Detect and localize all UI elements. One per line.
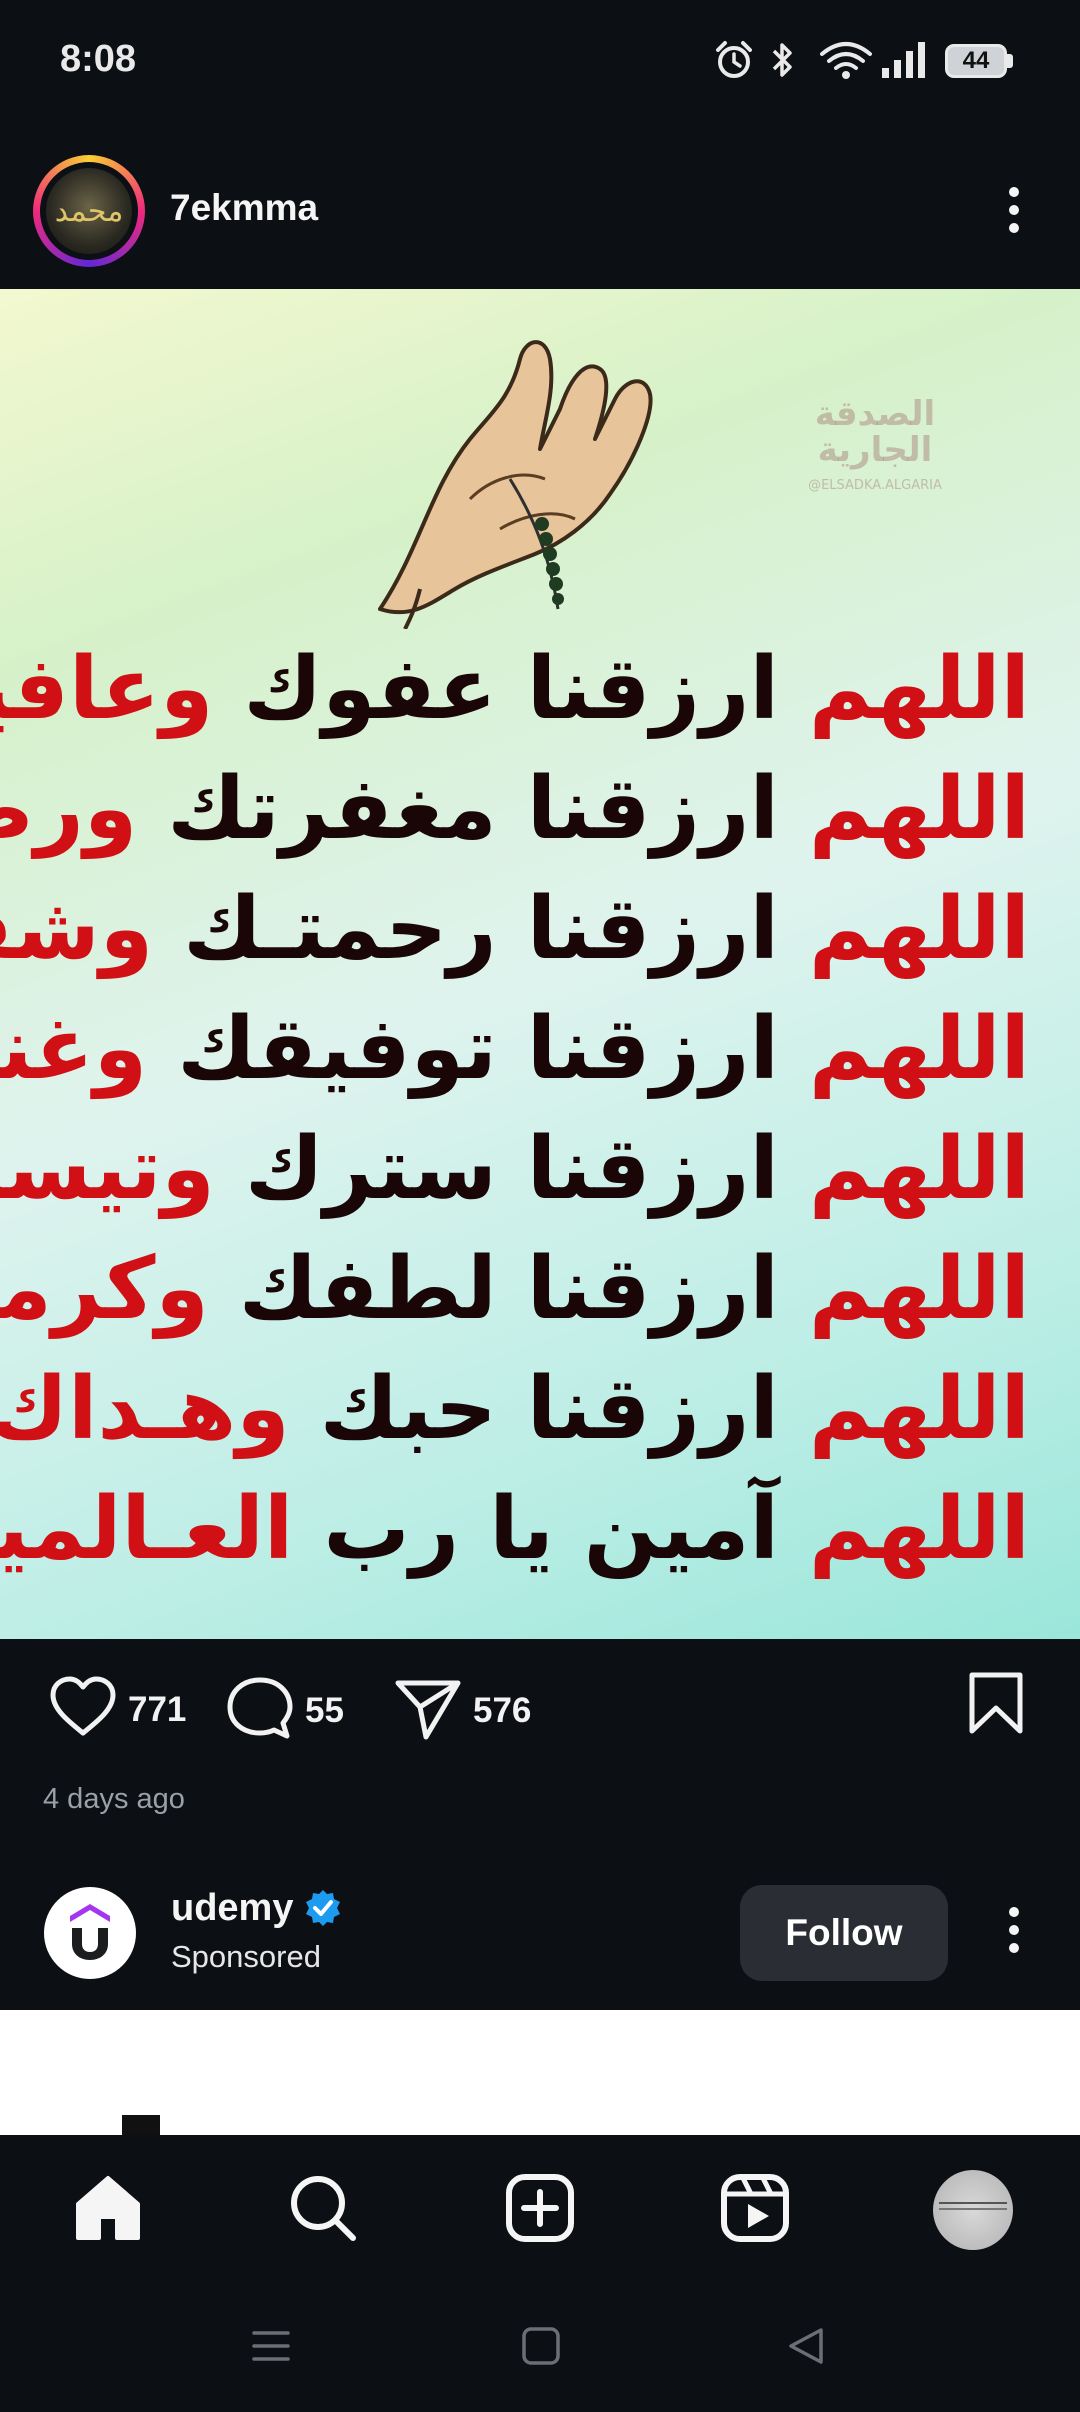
home-icon [72,2172,144,2249]
ad-content-glyph [122,2115,160,2135]
sponsor-avatar[interactable] [44,1887,136,1979]
like-button[interactable]: 771 [48,1675,186,1744]
system-nav-bar [0,2285,1080,2412]
watermark-line: الصدقة [814,394,936,434]
profile-avatar-image [939,2202,1007,2204]
nav-profile-avatar[interactable] [933,2170,1013,2250]
prayer-line: اللهم ارزقنا لطفك وكرمك [0,1239,1030,1339]
like-count: 771 [128,1689,187,1729]
search-icon [287,2172,359,2249]
watermark-line: الجارية [817,430,933,470]
prayer-line: اللهم ارزقنا توفيقك وغنـاك [0,999,1030,1099]
post-actions: 771 55 576 [0,1640,1080,1770]
sponsor-name[interactable]: udemy [171,1887,293,1930]
post-username[interactable]: 7ekmma [170,187,318,229]
prayer-line: اللهم ارزقنا سترك وتيسيرك [0,1119,1030,1219]
plus-square-icon [504,2172,576,2249]
verified-badge-icon [303,1888,343,1933]
status-time: 8:08 [60,38,137,80]
comment-icon [225,1675,295,1746]
home-system-icon[interactable] [520,2325,562,2372]
battery-icon: 44 [945,44,1007,78]
post-timestamp: 4 days ago [43,1783,185,1815]
back-icon[interactable] [785,2325,827,2372]
share-count: 576 [473,1690,532,1730]
praying-hands-illustration [360,319,720,634]
recent-apps-icon[interactable] [250,2325,292,2372]
reels-icon [719,2172,791,2249]
nav-create[interactable] [500,2170,580,2250]
comment-count: 55 [305,1690,344,1730]
udemy-logo-icon [62,1898,118,1969]
post-header: محمد 7ekmma [0,135,1080,285]
sponsored-label: Sponsored [171,1939,321,1974]
send-icon [393,1675,463,1746]
nav-search[interactable] [283,2170,363,2250]
prayer-line: اللهم ارزقنا حبك وهـداك [0,1359,1030,1459]
prayer-line: اللهم آمين يا رب العـالمين [0,1479,1030,1579]
bottom-nav [0,2135,1080,2285]
more-options-icon[interactable] [1000,185,1028,240]
prayer-text: اللهم ارزقنا عفوك وعافيتك اللهم ارزقنا م… [0,629,1030,1589]
more-options-icon[interactable] [1000,1905,1028,1960]
story-ring[interactable]: محمد [33,155,145,267]
battery-tip [1007,54,1013,68]
follow-button[interactable]: Follow [740,1885,948,1981]
sponsored-media-preview[interactable] [0,2010,1080,2135]
share-button[interactable]: 576 [393,1675,531,1746]
status-bar: 8:08 44 [0,0,1080,130]
nav-reels[interactable] [715,2170,795,2250]
sponsored-post-header: udemy Sponsored Follow [0,1855,1080,2005]
watermark: الصدقة الجارية @ELSADKA.ALGARIA [790,394,960,493]
avatar[interactable]: محمد [46,168,132,254]
prayer-line: اللهم ارزقنا مغفرتك ورضاك [0,759,1030,859]
watermark-handle: @ELSADKA.ALGARIA [808,478,942,493]
comment-button[interactable]: 55 [225,1675,344,1746]
post-image[interactable]: الصدقة الجارية @ELSADKA.ALGARIA اللهم ار… [0,289,1080,1639]
avatar-frame: محمد [40,162,138,260]
signal-icon [880,38,932,87]
bookmark-icon[interactable] [966,1670,1026,1741]
nav-home[interactable] [68,2170,148,2250]
prayer-line: اللهم ارزقنا رحمتـك وشفـاك [0,879,1030,979]
heart-icon [48,1675,118,1744]
bluetooth-icon [768,38,798,87]
prayer-line: اللهم ارزقنا عفوك وعافيتك [0,639,1030,739]
alarm-icon [712,38,756,87]
wifi-icon [818,38,874,87]
